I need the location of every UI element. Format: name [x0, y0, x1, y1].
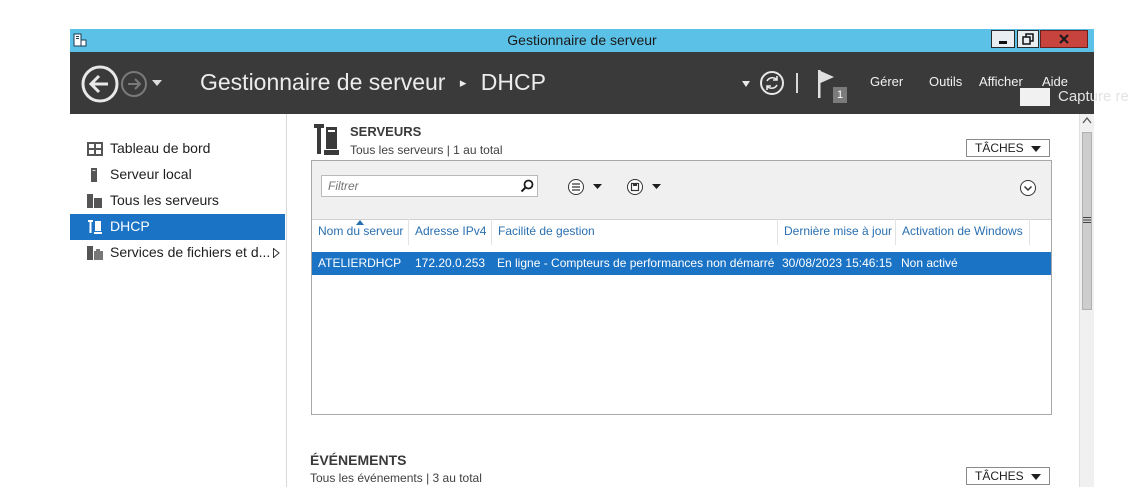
refresh-icon[interactable]: [759, 70, 785, 96]
sidebar-item-label: DHCP: [110, 218, 150, 234]
tasks-label: TÂCHES: [975, 141, 1024, 155]
sidebar-item-all-servers[interactable]: Tous les serveurs: [70, 188, 285, 214]
column-divider: [1029, 219, 1030, 245]
minimize-button[interactable]: [991, 30, 1015, 48]
header-divider: [796, 73, 798, 93]
column-divider: [777, 219, 778, 245]
scroll-grip-icon: [1083, 217, 1091, 223]
column-header-last-update[interactable]: Dernière mise à jour: [784, 224, 892, 238]
local-server-icon: [91, 168, 97, 182]
restore-button[interactable]: [1017, 30, 1039, 48]
tasks-label: TÂCHES: [975, 469, 1024, 483]
chevron-down-icon: [1031, 474, 1041, 480]
window-title: Gestionnaire de serveur: [507, 32, 657, 48]
back-arrow-icon[interactable]: [80, 64, 120, 104]
servers-section-subtitle: Tous les serveurs | 1 au total: [350, 143, 503, 157]
servers-toolbar: [312, 161, 1051, 220]
servers-section-title: SERVEURS: [350, 124, 422, 139]
sidebar-item-label: Tous les serveurs: [110, 192, 219, 208]
window-titlebar[interactable]: Gestionnaire de serveur: [70, 29, 1094, 52]
filter-box: [321, 175, 538, 197]
cell-ipv4: 172.20.0.253: [415, 256, 486, 270]
dhcp-icon: [88, 220, 102, 234]
capture-tool-overlay: Capture re: [1020, 86, 1144, 108]
capture-overlay-shape: [1020, 88, 1050, 106]
server-manager-window: Gestionnaire de serveur Gestionnaire de …: [70, 29, 1094, 487]
cell-windows-activation: Non activé: [901, 256, 958, 270]
vertical-scrollbar[interactable]: [1079, 114, 1094, 487]
list-options-icon[interactable]: [567, 178, 605, 196]
sidebar-item-label: Services de fichiers et d...: [110, 244, 271, 260]
cell-manageability: En ligne - Compteurs de performances non…: [497, 256, 775, 270]
column-header-windows-activation[interactable]: Activation de Windows: [902, 224, 1023, 238]
capture-overlay-text: Capture re: [1058, 88, 1129, 105]
sidebar: Tableau de bord Serveur local Tous les s…: [70, 114, 287, 487]
header-bar: Gestionnaire de serveur ▸ DHCP 1 Gérer O…: [70, 52, 1094, 114]
sidebar-item-dhcp[interactable]: DHCP: [70, 214, 285, 240]
filter-input[interactable]: [322, 176, 524, 196]
column-header-server-name[interactable]: Nom du serveur: [318, 224, 403, 238]
column-header-ipv4[interactable]: Adresse IPv4: [415, 224, 486, 238]
minimize-icon: [999, 41, 1007, 44]
column-divider: [491, 219, 492, 245]
restore-icon: [1022, 33, 1034, 45]
main-content: SERVEURS Tous les serveurs | 1 au total …: [287, 114, 1079, 487]
sidebar-item-label: Tableau de bord: [110, 140, 211, 156]
history-dropdown-icon[interactable]: [152, 79, 162, 87]
all-servers-icon: [87, 194, 102, 208]
scroll-up-icon[interactable]: [1082, 116, 1092, 124]
table-row[interactable]: ATELIERDHCP 172.20.0.253 En ligne - Comp…: [312, 252, 1051, 275]
expand-collapse-icon[interactable]: [1019, 179, 1037, 197]
breadcrumb-root[interactable]: Gestionnaire de serveur: [200, 69, 445, 95]
search-icon[interactable]: [520, 179, 534, 193]
servers-section-icon: [314, 124, 339, 155]
breadcrumb-separator-icon: ▸: [459, 75, 467, 90]
column-divider: [895, 219, 896, 245]
cell-server-name: ATELIERDHCP: [318, 256, 402, 270]
servers-tasks-dropdown[interactable]: TÂCHES: [966, 139, 1050, 157]
file-services-icon: [87, 246, 103, 260]
sidebar-item-file-services[interactable]: Services de fichiers et d...: [70, 240, 285, 266]
events-section-subtitle: Tous les événements | 3 au total: [310, 471, 482, 485]
events-tasks-dropdown[interactable]: TÂCHES: [966, 467, 1050, 485]
servers-panel: Nom du serveur Adresse IPv4 Facilité de …: [311, 160, 1052, 415]
menu-afficher[interactable]: Afficher: [979, 74, 1023, 89]
sidebar-item-dashboard[interactable]: Tableau de bord: [70, 136, 285, 162]
sidebar-item-label: Serveur local: [110, 166, 192, 182]
cell-last-update: 30/08/2023 15:46:15: [782, 256, 893, 270]
forward-arrow-icon[interactable]: [120, 70, 148, 98]
breadcrumb: Gestionnaire de serveur ▸ DHCP: [200, 69, 546, 96]
breadcrumb-current: DHCP: [480, 69, 546, 95]
column-divider: [408, 219, 409, 245]
save-query-icon[interactable]: [626, 178, 664, 196]
refresh-dropdown-icon[interactable]: [742, 81, 750, 87]
close-button[interactable]: [1040, 30, 1088, 48]
sidebar-item-local-server[interactable]: Serveur local: [70, 162, 285, 188]
dashboard-icon: [87, 142, 103, 156]
menu-gerer[interactable]: Gérer: [870, 74, 903, 89]
submenu-arrow-icon: [273, 248, 280, 258]
chevron-down-icon: [1031, 146, 1041, 152]
events-section-title: ÉVÉNEMENTS: [310, 452, 407, 468]
close-icon: [1059, 34, 1069, 44]
menu-outils[interactable]: Outils: [929, 74, 962, 89]
column-header-manageability[interactable]: Facilité de gestion: [498, 224, 595, 238]
notification-count-badge: 1: [833, 87, 847, 103]
